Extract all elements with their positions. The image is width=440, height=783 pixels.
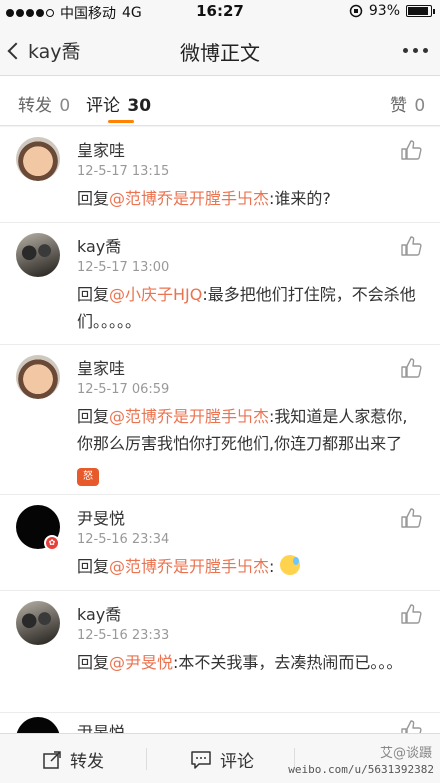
tab-repost-count: 0 <box>59 96 71 116</box>
thumbs-up-icon[interactable] <box>400 139 422 161</box>
status-bar: 中国移动 4G 16:27 93% <box>0 0 440 24</box>
thumbs-up-icon[interactable] <box>400 507 422 529</box>
comment-time: 12-5-16 23:33 <box>77 628 170 643</box>
mention-link[interactable]: @小庆子HJQ <box>109 285 202 304</box>
reply-prefix: 回复 <box>77 285 110 304</box>
reply-prefix: 回复 <box>77 189 110 208</box>
mention-link[interactable]: @尹旻悦 <box>109 653 173 672</box>
tab-likes[interactable]: 赞 0 <box>390 91 425 116</box>
comment-author[interactable]: 皇家哇 <box>77 355 125 379</box>
comment-time: 12-5-17 13:15 <box>77 164 170 179</box>
sweat-emoji-icon <box>279 555 300 575</box>
battery-percent: 93% <box>368 3 400 19</box>
tab-comments[interactable]: 评论 30 <box>86 91 151 116</box>
comment-author[interactable]: kay喬 <box>77 233 121 257</box>
comment-text: 回复@小庆子HJQ:最多把他们打住院，不会杀他们。。。。。 <box>77 281 417 335</box>
more-icon[interactable] <box>403 48 428 53</box>
comment-text: 回复@范博乔是开膛手卐杰:我知道是人家惹你,你那么厉害我怕你打死他们,你连刀都那… <box>77 403 417 486</box>
tab-repost[interactable]: 转发 0 <box>18 91 70 116</box>
comment-list: 皇家哇 12-5-17 13:15 回复@范博乔是开膛手卐杰:谁来的? kay喬… <box>0 127 440 733</box>
comment-body: :谁来的? <box>269 189 331 208</box>
comment-body: :本不关我事，去凑热闹而已。。。 <box>173 653 403 672</box>
tab-likes-label: 赞 <box>390 96 407 116</box>
comment-author[interactable]: 尹旻悦 <box>77 505 125 529</box>
comment-text: 回复@范博乔是开膛手卐杰:谁来的? <box>77 185 417 212</box>
angry-emoji-icon: 怒 <box>77 468 99 486</box>
repost-label: 转发 <box>70 752 104 772</box>
avatar[interactable] <box>16 601 60 645</box>
comment-label: 评论 <box>220 752 254 772</box>
comment-text: 回复@范博乔是开膛手卐杰: <box>77 553 417 580</box>
nav-bar: kay喬 微博正文 <box>0 24 440 76</box>
comment-author[interactable]: 尹旻悦 <box>77 719 125 733</box>
comment-author[interactable]: kay喬 <box>77 601 121 625</box>
comment-body: : <box>269 557 275 576</box>
mention-link[interactable]: @范博乔是开膛手卐杰 <box>109 189 269 208</box>
tab-comments-label: 评论 <box>86 96 120 116</box>
comment-item: kay喬 12-5-16 23:33 回复@尹旻悦:本不关我事，去凑热闹而已。。… <box>0 591 440 713</box>
repost-button[interactable]: 转发 <box>42 747 104 772</box>
watermark-logo: 艾@谈蹑 <box>379 746 432 761</box>
battery-icon <box>406 5 435 17</box>
reply-prefix: 回复 <box>77 407 110 426</box>
member-badge-icon: ✿ <box>44 535 60 551</box>
comment-author[interactable]: 皇家哇 <box>77 137 125 161</box>
comment-item: kay喬 12-5-17 13:00 回复@小庆子HJQ:最多把他们打住院，不会… <box>0 223 440 345</box>
divider <box>146 748 147 770</box>
page-title: 微博正文 <box>180 41 260 65</box>
comment-button[interactable]: 评论 <box>190 747 254 772</box>
rotation-lock-icon <box>349 4 363 18</box>
thumbs-up-icon[interactable] <box>400 357 422 379</box>
avatar[interactable] <box>16 137 60 181</box>
avatar[interactable] <box>16 355 60 399</box>
thumbs-up-icon[interactable] <box>400 719 422 733</box>
comment-time: 12-5-17 06:59 <box>77 382 170 397</box>
thumbs-up-icon[interactable] <box>400 235 422 257</box>
tab-repost-label: 转发 <box>18 96 52 116</box>
comment-item: ✿ 尹旻悦 12-5-16 23:34 回复@范博乔是开膛手卐杰: <box>0 495 440 591</box>
thumbs-up-icon[interactable] <box>400 603 422 625</box>
active-tab-indicator <box>108 120 134 123</box>
reply-prefix: 回复 <box>77 653 110 672</box>
comment-item: 皇家哇 12-5-17 13:15 回复@范博乔是开膛手卐杰:谁来的? <box>0 127 440 223</box>
comment-item: 皇家哇 12-5-17 06:59 回复@范博乔是开膛手卐杰:我知道是人家惹你,… <box>0 345 440 495</box>
repost-icon <box>43 750 61 769</box>
avatar[interactable] <box>16 233 60 277</box>
comment-time: 12-5-16 23:34 <box>77 532 170 547</box>
avatar[interactable] <box>16 717 60 733</box>
mention-link[interactable]: @范博乔是开膛手卐杰 <box>109 557 269 576</box>
tab-likes-count: 0 <box>414 96 426 116</box>
comment-text: 回复@尹旻悦:本不关我事，去凑热闹而已。。。 <box>77 649 417 676</box>
status-right: 93% <box>349 3 435 19</box>
mention-link[interactable]: @范博乔是开膛手卐杰 <box>109 407 269 426</box>
watermark-url: weibo.com/u/5631392382 <box>288 763 434 776</box>
comment-time: 12-5-17 13:00 <box>77 260 170 275</box>
comment-icon <box>191 750 211 769</box>
tab-comments-count: 30 <box>127 96 152 116</box>
comment-item: 尹旻悦 <box>0 713 440 733</box>
reply-prefix: 回复 <box>77 557 110 576</box>
tab-bar: 转发 0 评论 30 赞 0 <box>0 76 440 126</box>
